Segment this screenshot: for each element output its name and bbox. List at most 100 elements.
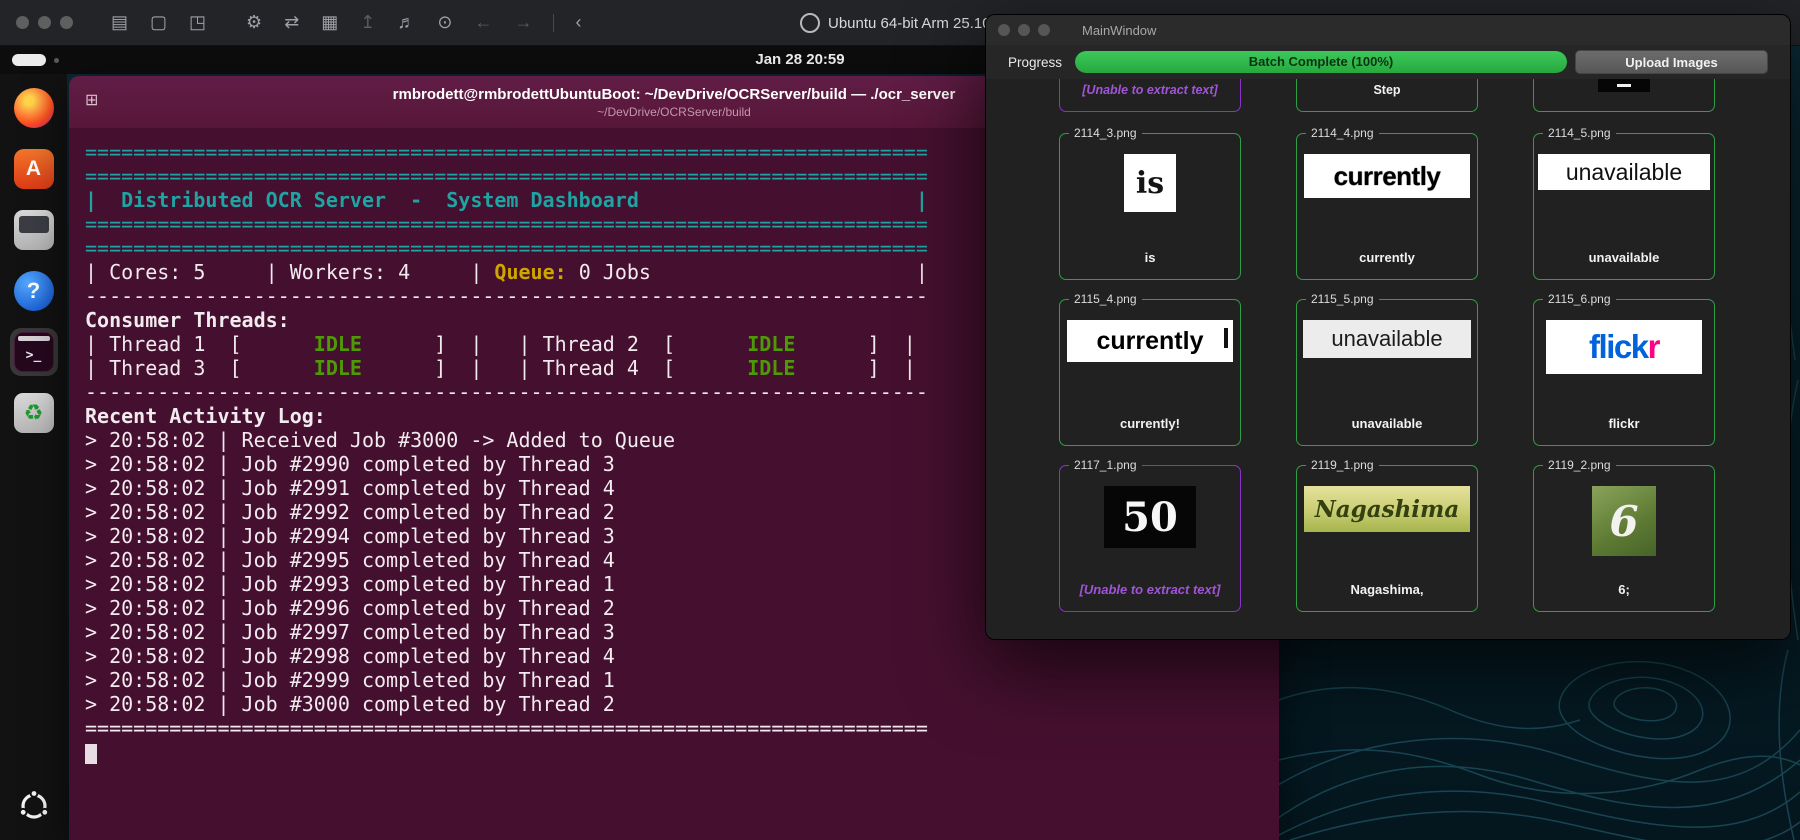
- log-line: > 20:58:02 | Job #2998 completed by Thre…: [85, 644, 615, 668]
- thumb-text: 6: [1609, 496, 1639, 546]
- thread-state: IDLE: [313, 332, 362, 356]
- dock-item-terminal[interactable]: >_: [9, 328, 58, 376]
- ocr-card[interactable]: 2115_5.png unavailable unavailable: [1296, 292, 1478, 446]
- printer-icon[interactable]: ▦: [321, 12, 338, 33]
- queue-label: Queue:: [494, 260, 567, 284]
- ocr-result-text: [Unable to extract text]: [1082, 83, 1218, 97]
- ocr-result-text: is: [1144, 250, 1156, 265]
- ocr-thumbnail: is: [1124, 154, 1176, 212]
- vm-window-icon[interactable]: ▢: [150, 12, 167, 33]
- log-line: > 20:58:02 | Job #2999 completed by Thre…: [85, 668, 615, 692]
- dock-item-trash[interactable]: ♻: [10, 389, 58, 437]
- ocr-card-partial[interactable]: Step: [1296, 79, 1478, 112]
- ocr-thumbnail: [1598, 79, 1650, 92]
- cropped-glyph: [1224, 328, 1228, 348]
- ocr-thumbnail: 50: [1104, 486, 1196, 548]
- dock-item-ubuntu-desktop[interactable]: [10, 782, 58, 830]
- terminal-title: rmbrodett@rmbrodettUbuntuBoot: ~/DevDriv…: [392, 85, 956, 103]
- fit-window-icon[interactable]: ⇄: [284, 12, 299, 33]
- toolbar-divider: [553, 13, 555, 32]
- progress-bar-text: Batch Complete (100%): [1248, 54, 1394, 69]
- card-filename: 2117_1.png: [1069, 458, 1142, 472]
- settings-wrench-icon[interactable]: ⚙: [246, 12, 262, 33]
- thumb-text: currently: [1096, 326, 1204, 355]
- thumb-text: flick: [1589, 328, 1649, 365]
- ocr-result-text: 6;: [1618, 582, 1630, 597]
- card-grid: 2114_3.png is is 2114_4.png currently cu…: [1059, 126, 1715, 612]
- ocr-thumbnail: unavailable: [1538, 154, 1710, 190]
- thumb-text: 50: [1122, 493, 1178, 541]
- terminal-text-segment: ] | | Thread 4 [: [361, 356, 748, 380]
- thumb-text: unavailable: [1331, 326, 1443, 351]
- zoom-window-button[interactable]: [1038, 24, 1050, 36]
- terminal-line: ========================================…: [85, 716, 928, 740]
- ocr-card[interactable]: 2119_1.png Nagashima Nagashima,: [1296, 458, 1478, 612]
- terminal-text-segment: 0 Jobs |: [566, 260, 928, 284]
- cursor-line: [85, 740, 1279, 764]
- results-scroll-area[interactable]: [Unable to extract text] Step 2114_3.png…: [986, 79, 1790, 639]
- dock-item-help[interactable]: ?: [10, 267, 58, 315]
- minimize-window-button[interactable]: [1018, 24, 1030, 36]
- vm-title-text: Ubuntu 64-bit Arm 25.10: [828, 14, 991, 32]
- share-icon[interactable]: ↥: [360, 12, 375, 33]
- card-filename: 2115_6.png: [1543, 292, 1616, 306]
- progress-label: Progress: [1008, 54, 1063, 70]
- zoom-window-button[interactable]: [60, 16, 73, 29]
- minimize-window-button[interactable]: [38, 16, 51, 29]
- terminal-text-segment: ] |: [795, 356, 916, 380]
- dock-item-firefox[interactable]: [10, 84, 58, 132]
- ocr-result-text: Nagashima,: [1350, 582, 1424, 597]
- help-icon: ?: [13, 271, 54, 311]
- ocr-card[interactable]: 2115_6.png flick r flickr: [1533, 292, 1715, 446]
- back-icon[interactable]: ←: [474, 12, 492, 33]
- app-window-screen: [18, 216, 49, 233]
- app-window-icon: [13, 210, 54, 250]
- card-filename: 2119_2.png: [1543, 458, 1616, 472]
- ocr-card[interactable]: 2114_5.png unavailable unavailable: [1533, 126, 1715, 280]
- upload-images-button[interactable]: Upload Images: [1575, 50, 1768, 74]
- terminal-prompt-glyph: >_: [25, 347, 42, 363]
- firefox-icon: [13, 88, 54, 128]
- terminal-cursor: [85, 743, 97, 764]
- close-window-button[interactable]: [998, 24, 1010, 36]
- ocr-card[interactable]: 2117_1.png 50 [Unable to extract text]: [1059, 458, 1241, 612]
- ocr-card[interactable]: 2115_4.png currently currently!: [1059, 292, 1241, 446]
- mainwindow-toolbar: Progress Batch Complete (100%) Upload Im…: [986, 45, 1790, 79]
- thread-state: IDLE: [747, 356, 796, 380]
- ocr-result-text: currently!: [1120, 416, 1180, 431]
- forward-icon[interactable]: →: [514, 12, 532, 33]
- window-title: MainWindow: [1082, 22, 1157, 38]
- thumb-text: is: [1135, 165, 1165, 201]
- mainwindow-titlebar[interactable]: MainWindow: [986, 15, 1790, 46]
- thumb-text: unavailable: [1565, 158, 1683, 185]
- ocr-result-text: [Unable to extract text]: [1079, 582, 1221, 597]
- card-filename: 2114_3.png: [1069, 126, 1142, 140]
- terminal-text-segment: | Cores: 5 | Workers: 4 |: [85, 260, 495, 284]
- thumb-text: currently: [1333, 160, 1441, 191]
- ocr-card-partial[interactable]: [1533, 79, 1715, 112]
- ocr-card[interactable]: 2114_3.png is is: [1059, 126, 1241, 280]
- thread-state: IDLE: [313, 356, 362, 380]
- ocr-card[interactable]: 2114_4.png currently currently: [1296, 126, 1478, 280]
- snapshot-icon[interactable]: ◳: [189, 12, 206, 33]
- terminal-tab-icon[interactable]: ⊞: [85, 90, 98, 110]
- close-window-button[interactable]: [16, 16, 29, 29]
- library-icon[interactable]: ▤: [111, 12, 128, 33]
- ubuntu-logo-icon: [800, 13, 820, 33]
- ocr-card[interactable]: 2119_2.png 6 6;: [1533, 458, 1715, 612]
- sound-icon[interactable]: ♬: [397, 12, 415, 33]
- ocr-thumbnail: 6: [1592, 486, 1656, 556]
- terminal-text-segment: | Thread 3 [: [85, 356, 314, 380]
- card-filename: 2119_1.png: [1306, 458, 1379, 472]
- app-center-icon: A: [13, 149, 54, 189]
- ocr-card-partial[interactable]: [Unable to extract text]: [1059, 79, 1241, 112]
- ocr-thumbnail: Nagashima: [1304, 486, 1470, 532]
- card-filename: 2115_4.png: [1069, 292, 1142, 306]
- chevron-left-icon[interactable]: ‹: [575, 12, 581, 33]
- dock-item-app-center[interactable]: A: [10, 145, 58, 193]
- ocr-result-text: unavailable: [1588, 250, 1660, 265]
- ocr-client-window: MainWindow Progress Batch Complete (100%…: [985, 14, 1791, 640]
- camera-icon[interactable]: ⊙: [437, 12, 452, 33]
- dock-item-app-window[interactable]: [10, 206, 58, 254]
- progress-bar: Batch Complete (100%): [1075, 51, 1568, 73]
